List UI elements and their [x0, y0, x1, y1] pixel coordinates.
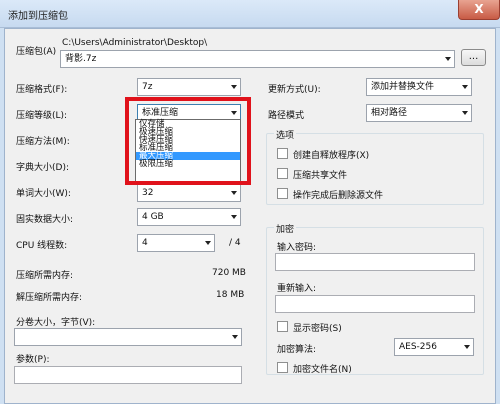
- encrypt-names-checkbox[interactable]: [277, 362, 288, 373]
- update-label: 更新方式(U):: [268, 85, 321, 95]
- level-label: 压缩等级(L):: [16, 111, 68, 121]
- cpu-value: 4: [142, 238, 148, 248]
- solid-combo[interactable]: 4 GB: [137, 208, 241, 226]
- update-combo[interactable]: 添加并替换文件: [366, 78, 472, 96]
- chevron-down-icon: [445, 57, 451, 61]
- split-label: 分卷大小，字节(V):: [16, 318, 96, 328]
- format-combo[interactable]: 7z: [137, 78, 241, 96]
- browse-button[interactable]: ...: [461, 49, 486, 66]
- window-title: 添加到压缩包: [8, 11, 68, 22]
- enc-method-label: 加密算法:: [277, 345, 317, 355]
- chevron-down-icon: [464, 345, 470, 349]
- enc-method-value: AES-256: [399, 342, 437, 352]
- chevron-down-icon: [231, 85, 237, 89]
- show-password-label: 显示密码(S): [293, 324, 342, 334]
- chevron-down-icon: [231, 215, 237, 219]
- reenter-input[interactable]: [275, 295, 475, 313]
- cpu-total: / 4: [229, 238, 241, 248]
- format-value: 7z: [142, 82, 153, 92]
- cpu-combo[interactable]: 4: [137, 234, 215, 252]
- method-label: 压缩方法(M):: [16, 137, 70, 147]
- chevron-down-icon: [462, 111, 468, 115]
- enc-method-combo[interactable]: AES-256: [394, 338, 474, 356]
- highlight-box: [125, 97, 251, 185]
- delete-label: 操作完成后删除源文件: [293, 191, 384, 201]
- password-label: 输入密码:: [277, 243, 317, 253]
- shared-label: 压缩共享文件: [293, 171, 348, 181]
- mem-compress-value: 720 MB: [212, 268, 246, 278]
- options-title: 选项: [274, 128, 297, 141]
- mem-decompress-value: 18 MB: [216, 290, 245, 300]
- solid-value: 4 GB: [142, 212, 164, 222]
- word-label: 单词大小(W):: [16, 189, 71, 199]
- encrypt-names-label: 加密文件名(N): [293, 365, 352, 375]
- show-password-checkbox[interactable]: [277, 321, 288, 332]
- sfx-label: 创建自释放程序(X): [293, 151, 370, 161]
- solid-label: 固实数据大小:: [16, 215, 74, 225]
- encryption-title: 加密: [274, 222, 297, 235]
- split-combo[interactable]: [14, 328, 242, 346]
- archive-path: C:\Users\Administrator\Desktop\: [62, 38, 208, 48]
- chevron-down-icon: [205, 241, 211, 245]
- cpu-label: CPU 线程数:: [16, 241, 68, 251]
- password-input[interactable]: [275, 253, 475, 271]
- sfx-checkbox[interactable]: [277, 148, 288, 159]
- reenter-label: 重新输入:: [277, 284, 317, 294]
- word-combo[interactable]: 32: [137, 184, 241, 202]
- pathmode-combo[interactable]: 相对路径: [366, 104, 472, 122]
- mem-decompress-label: 解压缩所需内存:: [16, 293, 83, 303]
- archive-label: 压缩包(A): [16, 47, 57, 57]
- archive-name-value: 背影.7z: [65, 54, 97, 64]
- chevron-down-icon: [231, 191, 237, 195]
- title-bar: [0, 0, 500, 28]
- archive-name-combo[interactable]: 背影.7z: [60, 50, 455, 68]
- window-close-button[interactable]: X: [458, 0, 500, 20]
- pathmode-value: 相对路径: [371, 108, 408, 118]
- shared-checkbox[interactable]: [277, 168, 288, 179]
- chevron-down-icon: [232, 335, 238, 339]
- format-label: 压缩格式(F):: [16, 85, 68, 95]
- chevron-down-icon: [462, 85, 468, 89]
- word-value: 32: [142, 188, 154, 198]
- dict-label: 字典大小(D):: [16, 163, 69, 173]
- update-value: 添加并替换文件: [371, 82, 435, 92]
- pathmode-label: 路径模式: [268, 111, 305, 121]
- params-input[interactable]: [14, 366, 242, 384]
- mem-compress-label: 压缩所需内存:: [16, 271, 74, 281]
- delete-checkbox[interactable]: [277, 188, 288, 199]
- params-label: 参数(P):: [16, 355, 50, 365]
